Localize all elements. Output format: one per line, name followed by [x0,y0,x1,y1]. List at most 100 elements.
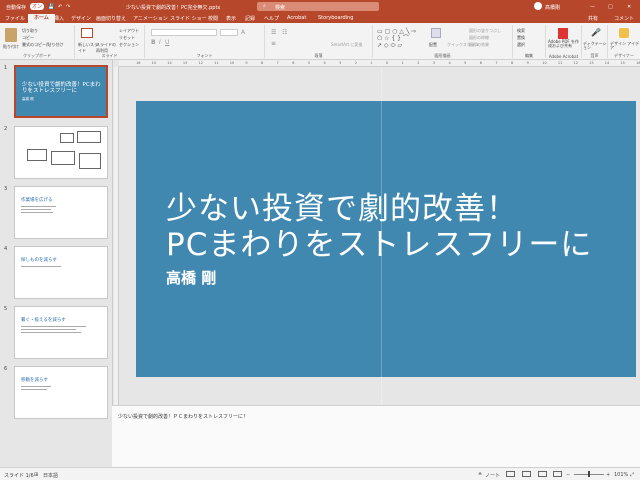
dictate-button[interactable]: ディクテーション [583,42,607,50]
align-left-icon[interactable]: ≡ [271,40,276,47]
user-name: 高橋剛 [545,5,561,11]
tab-file[interactable]: ファイル [5,15,25,22]
normal-view-icon[interactable] [506,471,515,477]
numbering-icon[interactable]: ☷ [282,29,287,36]
italic-icon[interactable]: I [159,39,161,46]
search-box[interactable]: ⌕ 検索 [257,2,379,11]
ribbon: 貼り付け 切り取り コピー 書式のコピー/貼り付け クリップボード 新しいスライ… [0,23,640,60]
slide-title[interactable]: 少ない投資で劇的改善！ PCまわりをストレスフリーに [166,191,592,263]
font-family-select[interactable] [151,29,217,36]
tab-animations[interactable]: アニメーション [133,15,168,22]
tab-acrobat[interactable]: Acrobat [287,15,306,21]
slideshow-view-icon[interactable] [553,471,562,477]
tab-help[interactable]: ヘルプ [264,15,279,22]
slide-thumbnail-pane[interactable]: 1 少ない投資で劇的改善！PCまわりをストレスフリーに 高橋 剛 2 3 作業場… [0,60,112,467]
thumbnail-slide-1[interactable]: 少ない投資で劇的改善！PCまわりをストレスフリーに 高橋 剛 [14,65,108,118]
pdf-icon[interactable] [558,28,568,39]
undo-icon[interactable]: ↶ [58,4,62,10]
zoom-in-icon[interactable]: + [606,472,610,478]
tab-slideshow[interactable]: スライド ショー [170,15,207,22]
zoom-level[interactable]: 101% [614,472,628,478]
section-button[interactable]: セクション [119,42,139,48]
select-button[interactable]: 選択 [517,42,525,48]
reset-button[interactable]: リセット [119,35,135,41]
smartart-button[interactable]: SmartArt に変換 [331,42,362,48]
thumbnail-slide-2[interactable] [14,126,108,179]
tab-storyboarding[interactable]: Storyboarding [318,15,353,21]
group-label-font: フォント [196,53,213,58]
bold-icon[interactable]: B [151,39,156,46]
font-size-select[interactable] [220,29,238,36]
thumbnail-slide-4[interactable]: 探しものを減らす [14,246,108,299]
save-icon[interactable]: 💾 [48,4,54,10]
slide-sorter-icon[interactable] [522,471,531,477]
ruler-tick-label: 4 [323,61,326,65]
redo-icon[interactable]: ↷ [66,4,70,10]
underline-icon[interactable]: U [165,39,169,46]
title-bar: 自動保存 オン 💾 ↶ ↷ 少ない投資で劇的改善！PC完全無欠.pptx ⌕ 検… [0,0,640,13]
format-painter-button[interactable]: 書式のコピー/貼り付け [22,42,63,48]
zoom-out-icon[interactable]: − [566,472,570,478]
design-ideas-button[interactable]: デザイン アイデア [610,42,640,50]
reading-view-icon[interactable] [538,471,547,477]
tab-transitions[interactable]: 画面切り替え [96,15,126,22]
group-label-designer: デザイナー [614,53,634,58]
layout-button[interactable]: レイアウト [119,28,139,34]
horizontal-ruler[interactable]: 16 15 14 13 12 11 10 9 8 7 6 5 4 3 2 1 0 1 2 3 4 5 6 7 8 9 10 11 12 1… [119,60,640,67]
group-clipboard: 貼り付け 切り取り コピー 書式のコピー/貼り付け クリップボード [0,25,75,58]
tab-record[interactable]: 記録 [245,15,255,22]
group-voice: 🎤 ディクテーション 音声 [582,25,608,58]
design-ideas-icon[interactable] [619,28,629,38]
accessibility-icon[interactable]: ⊞ [34,472,38,478]
slide-subtitle[interactable]: 高橋 剛 [166,267,216,288]
language-indicator[interactable]: 日本語 [43,472,58,479]
create-pdf-button[interactable]: Adobe PDF を作成および共有 [548,40,582,48]
ribbon-tabs: ファイル ホーム 挿入 デザイン 画面切り替え アニメーション スライド ショー… [0,13,640,23]
notes-pane[interactable]: 少ない投資で劇的改善！ＰＣまわりをストレスフリーに！ [112,405,640,467]
tab-view[interactable]: 表示 [226,15,236,22]
bullets-icon[interactable]: ☰ [271,29,276,36]
share-button[interactable]: 共有 [588,15,598,22]
cut-button[interactable]: 切り取り [22,28,38,34]
arrange-icon[interactable] [431,28,441,38]
shape-fill-button[interactable]: 図形の塗りつぶし [469,28,501,34]
avatar[interactable] [534,2,542,10]
paste-button[interactable]: 貼り付け [3,44,19,50]
tab-home[interactable]: ホーム [28,14,55,23]
thumb-text-line [21,386,51,387]
thumb-text-line [21,389,47,390]
autosave-toggle[interactable]: オン [30,3,45,10]
replace-button[interactable]: 置換 [517,35,525,41]
thumbnail-slide-6[interactable]: 移動を減らす [14,366,108,419]
thumb-text-line [21,212,53,213]
tab-review[interactable]: 校閲 [208,15,218,22]
shape-effects-button[interactable]: 図形の効果 [469,42,489,48]
thumbnail-slide-3[interactable]: 作業場を広げる [14,186,108,239]
notes-toggle[interactable]: ノート [485,472,500,479]
find-button[interactable]: 検索 [517,28,525,34]
thumbnail-slide-5[interactable]: 繋ぐ・抜えるを減らす [14,306,108,359]
paste-icon[interactable] [5,28,17,42]
document-title: 少ない投資で劇的改善！PC完全無欠.pptx [126,5,221,11]
new-slide-icon[interactable] [81,28,93,38]
shapes-gallery[interactable]: ▭ ▢ ○ △ ╲ ⇨ ⬠ ☆ { } ⌒ ↗ ◇ ⬭ ▱ [377,28,425,49]
arrange-button[interactable]: 配置 [429,42,437,48]
comment-button[interactable]: コメント [614,15,634,22]
grow-font-icon[interactable]: A [241,29,245,36]
copy-button[interactable]: コピー [22,35,34,41]
maximize-icon[interactable]: □ [608,4,613,10]
shape-outline-button[interactable]: 図形の枠線 [469,35,489,41]
ruler-tick-label: 8 [511,61,514,65]
microphone-icon[interactable]: 🎤 [591,28,601,37]
group-slides: 新しいスライド スライドの再利用 レイアウト リセット セクション スライド [75,25,145,58]
close-icon[interactable]: ✕ [627,4,631,10]
zoom-slider-thumb[interactable] [588,471,590,477]
thumb-number: 2 [4,126,8,132]
minimize-icon[interactable]: — [590,4,595,10]
notes-icon[interactable]: ≙ [478,472,482,478]
ruler-tick-label: 4 [448,61,451,65]
slide-canvas[interactable]: 少ない投資で劇的改善！ PCまわりをストレスフリーに 高橋 剛 [136,101,636,377]
tab-design[interactable]: デザイン [71,15,91,22]
fit-to-window-icon[interactable]: ⤢ [630,472,634,478]
tab-insert[interactable]: 挿入 [54,15,64,22]
